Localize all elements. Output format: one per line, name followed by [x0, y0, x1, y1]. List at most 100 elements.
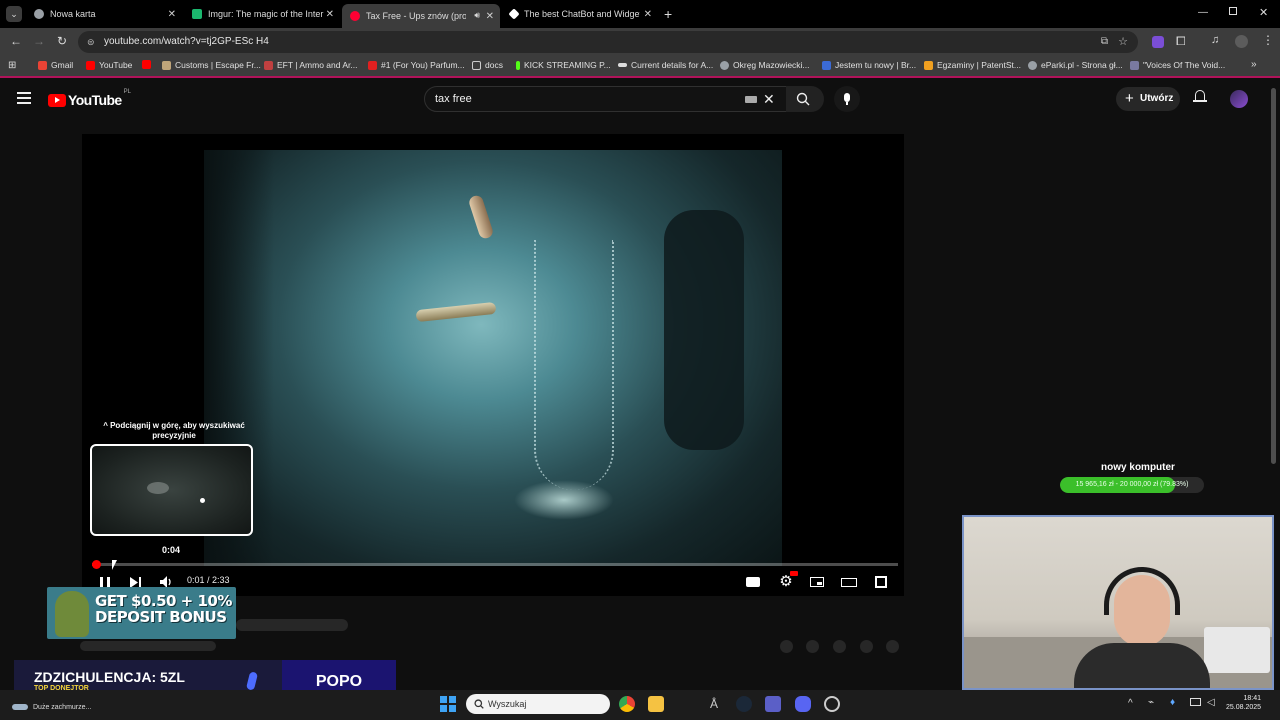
- forward-arrow-icon[interactable]: →: [33, 34, 45, 48]
- bookmark-eft-ammo[interactable]: EFT | Ammo and Ar...: [264, 60, 357, 70]
- pause-icon: [100, 576, 110, 588]
- youtube-icon: [142, 60, 151, 69]
- url-field[interactable]: ⊜ youtube.com/watch?v=tj2GP-ESc H4 ⧉ ☆: [78, 31, 1138, 53]
- channel-skeleton: [80, 641, 216, 651]
- display-icon[interactable]: [1190, 698, 1201, 706]
- tray-app-icon[interactable]: ♦: [1170, 697, 1175, 708]
- network-icon[interactable]: ⌁: [1148, 697, 1154, 708]
- bookmark-gmail[interactable]: Gmail: [38, 60, 73, 70]
- create-button[interactable]: + Utwórz: [1116, 87, 1180, 111]
- extensions-puzzle-icon[interactable]: ⧠: [1176, 34, 1186, 49]
- browser-tab-bar: ⌄ Nowa karta ✕ Imgur: The magic of the I…: [0, 0, 1280, 28]
- bookmark-label: Gmail: [51, 60, 74, 70]
- speaker-icon[interactable]: ◁: [1207, 697, 1215, 708]
- close-window-icon[interactable]: ✕: [1259, 6, 1268, 19]
- weather-text: Duże zachmurze...: [33, 704, 92, 711]
- file-explorer-icon[interactable]: [648, 696, 664, 712]
- reload-icon[interactable]: ↻: [57, 34, 67, 48]
- clear-search-icon[interactable]: ✕: [763, 87, 775, 111]
- app-a-icon[interactable]: Å: [706, 696, 722, 712]
- more-bookmarks-icon[interactable]: »: [1251, 59, 1257, 70]
- back-arrow-icon[interactable]: ←: [10, 34, 22, 48]
- chrome-taskbar-icon[interactable]: [619, 696, 635, 712]
- video-dark-object: [664, 210, 744, 450]
- tab-new-tab[interactable]: Nowa karta ✕: [26, 4, 182, 24]
- youtube-logo[interactable]: YouTube PL: [48, 89, 131, 108]
- bookmark-star-icon[interactable]: ☆: [1118, 31, 1128, 53]
- page-scrollbar[interactable]: [1271, 88, 1276, 464]
- voice-search-button[interactable]: [834, 86, 860, 112]
- tab-youtube-active[interactable]: Tax Free - Ups znów (prod. 🔊︎ ✕: [342, 4, 500, 28]
- close-tab-icon[interactable]: ✕: [168, 9, 176, 20]
- close-tab-icon[interactable]: ✕: [326, 9, 334, 20]
- restore-window-icon[interactable]: [1229, 7, 1237, 15]
- apps-grid-icon[interactable]: ⊞: [8, 60, 16, 71]
- bookmark-eparki[interactable]: eParki.pl - Strona gł...: [1028, 60, 1123, 70]
- profile-avatar-icon[interactable]: [1235, 35, 1248, 48]
- bookmark-jestem[interactable]: Jestem tu nowy | Br...: [822, 60, 916, 70]
- globe-icon: [1028, 60, 1037, 70]
- streamer-webcam: [962, 515, 1274, 690]
- bookmark-customs[interactable]: Customs | Escape Fr...: [162, 60, 261, 70]
- progress-bar[interactable]: [92, 563, 898, 566]
- browser-menu-icon[interactable]: ⋮: [1262, 33, 1274, 47]
- extension-purple-icon[interactable]: [1152, 36, 1164, 48]
- theater-mode-button[interactable]: [840, 573, 858, 591]
- teams-icon[interactable]: [765, 696, 781, 712]
- app-recording-icon[interactable]: [824, 696, 840, 712]
- tab-search-button[interactable]: ⌄: [6, 6, 22, 22]
- settings-button[interactable]: ⚙: [777, 571, 798, 590]
- video-frame[interactable]: [204, 150, 782, 566]
- audio-playing-icon[interactable]: 🔊︎: [474, 10, 480, 21]
- minimize-window-icon[interactable]: —: [1198, 7, 1208, 18]
- bookmark-okreg[interactable]: Okręg Mazowiecki...: [720, 60, 810, 70]
- keyboard-icon[interactable]: [745, 96, 757, 103]
- steam-icon[interactable]: [736, 696, 752, 712]
- bookmark-current-details[interactable]: Current details for A...: [618, 60, 713, 70]
- mascot-small-icon: [245, 671, 259, 691]
- kick-icon: [516, 60, 520, 70]
- bookmarks-bar: ⊞ Gmail YouTube Customs | Escape Fr... E…: [0, 56, 1280, 78]
- tab-title: Imgur: The magic of the Interne: [208, 9, 324, 19]
- action-skeleton-4: [860, 640, 873, 653]
- casino-promo-banner: GET $0.50 + 10% DEPOSIT BONUS: [47, 587, 236, 639]
- site-icon: [1130, 60, 1139, 70]
- new-tab-plus-icon[interactable]: +: [664, 6, 672, 22]
- notifications-bell-icon[interactable]: [1193, 90, 1207, 104]
- search-input[interactable]: tax free ✕: [424, 86, 820, 112]
- bookmark-voices[interactable]: "Voices Of The Void...: [1130, 60, 1225, 70]
- subtitles-button[interactable]: [744, 573, 762, 591]
- site-info-icon[interactable]: ⊜: [87, 31, 95, 53]
- search-button[interactable]: [786, 86, 824, 112]
- install-app-icon[interactable]: ⧉: [1101, 31, 1108, 53]
- weather-icon[interactable]: [12, 704, 28, 710]
- tab-chatbot[interactable]: The best ChatBot and Widgets ✕: [502, 4, 658, 24]
- miniplayer-button[interactable]: [808, 573, 826, 591]
- parfum-icon: [368, 60, 377, 70]
- taskbar-search[interactable]: Wyszukaj: [466, 694, 610, 714]
- bookmark-youtube-2[interactable]: [142, 60, 155, 69]
- bookmark-parfum[interactable]: #1 (For You) Parfum...: [368, 60, 465, 70]
- youtube-icon: [350, 11, 360, 21]
- windows-start-icon[interactable]: [440, 696, 456, 712]
- bookmark-docs[interactable]: docs: [472, 60, 503, 70]
- progress-scrubber[interactable]: [92, 560, 101, 569]
- tray-chevron-up-icon[interactable]: ^: [1128, 698, 1133, 709]
- media-control-icon[interactable]: ♫: [1211, 34, 1219, 46]
- bookmark-youtube[interactable]: YouTube: [86, 60, 132, 70]
- region-code: PL: [123, 89, 131, 95]
- close-tab-icon[interactable]: ✕: [644, 9, 652, 20]
- system-clock[interactable]: 18:41 25.08.2025: [1226, 694, 1261, 712]
- fullscreen-button[interactable]: [872, 573, 890, 591]
- bookmark-label: KICK STREAMING P...: [524, 60, 611, 70]
- close-tab-icon[interactable]: ✕: [486, 11, 494, 22]
- bookmark-kick[interactable]: KICK STREAMING P...: [516, 60, 611, 70]
- bookmark-egzaminy[interactable]: Egzaminy | PatentSt...: [924, 60, 1021, 70]
- account-avatar[interactable]: [1230, 90, 1248, 108]
- theater-icon: [841, 577, 857, 587]
- tab-imgur[interactable]: Imgur: The magic of the Interne ✕: [184, 4, 340, 24]
- search-icon: [796, 92, 810, 106]
- clock-time: 18:41: [1243, 695, 1262, 702]
- hamburger-menu-icon[interactable]: [17, 92, 31, 104]
- discord-icon[interactable]: [795, 696, 811, 712]
